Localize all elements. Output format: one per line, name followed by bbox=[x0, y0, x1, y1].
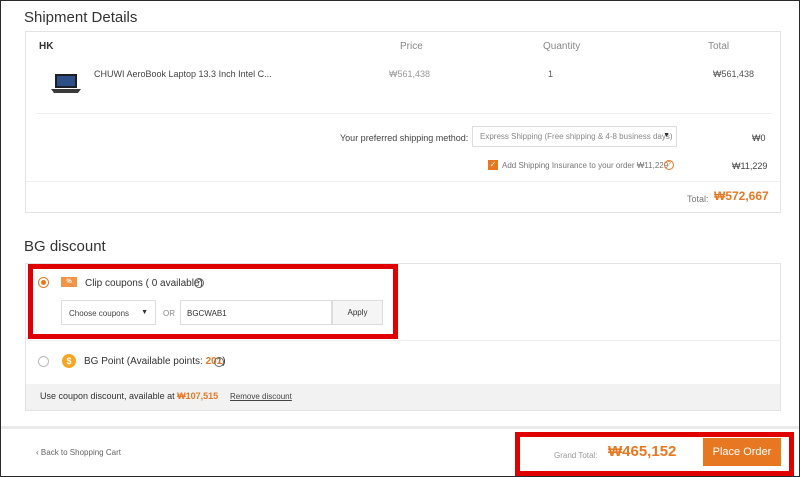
quantity-column-header: Quantity bbox=[543, 41, 581, 52]
back-to-cart-link[interactable]: ‹ Back to Shopping Cart bbox=[36, 448, 121, 457]
product-name-link[interactable]: CHUWI AeroBook Laptop 13.3 Inch Intel C.… bbox=[94, 69, 272, 79]
discount-note: Use coupon discount, available at ₩107,5… bbox=[40, 391, 219, 401]
bg-point-icon: $ bbox=[62, 354, 76, 368]
shipping-method-value: Express Shipping (Free shipping & 4-8 bu… bbox=[480, 132, 673, 141]
product-price: ₩561,438 bbox=[389, 69, 431, 79]
caret-down-icon: ▼ bbox=[663, 132, 670, 139]
remove-discount-link[interactable]: Remove discount bbox=[230, 392, 292, 401]
discount-title: BG discount bbox=[24, 238, 106, 255]
product-thumbnail[interactable] bbox=[49, 72, 83, 98]
product-quantity: 1 bbox=[548, 69, 554, 79]
divider bbox=[36, 113, 772, 114]
chevron-left-icon: ‹ bbox=[36, 448, 39, 457]
highlight-box-coupons bbox=[28, 264, 398, 339]
bottom-separator bbox=[1, 426, 799, 429]
divider bbox=[25, 340, 781, 341]
insurance-label: Add Shipping Insurance to your order ₩11… bbox=[502, 161, 669, 170]
highlight-box-place-order bbox=[515, 432, 794, 476]
warehouse-label: HK bbox=[39, 41, 54, 52]
shipping-cost: ₩0 bbox=[752, 133, 766, 143]
product-total: ₩561,438 bbox=[713, 69, 755, 79]
shipment-total-label: Total: bbox=[687, 194, 709, 204]
shipment-total-value: ₩572,667 bbox=[714, 189, 769, 203]
shipment-box: HK Price Quantity Total CHUWI AeroBook L… bbox=[25, 31, 781, 213]
shipping-method-label: Your preferred shipping method: bbox=[340, 133, 469, 143]
insurance-cost: ₩11,229 bbox=[732, 161, 768, 171]
bg-point-help-icon[interactable]: ? bbox=[214, 357, 224, 367]
insurance-checkbox[interactable]: ✓ bbox=[488, 160, 498, 170]
bg-point-label: BG Point (Available points: 201) bbox=[84, 356, 226, 367]
price-column-header: Price bbox=[400, 41, 423, 52]
discount-note-value: ₩107,515 bbox=[177, 391, 219, 401]
shipment-header: HK Price Quantity Total bbox=[26, 32, 780, 60]
total-column-header: Total bbox=[708, 41, 730, 52]
bg-point-radio[interactable] bbox=[38, 356, 49, 367]
divider bbox=[26, 181, 780, 182]
shipment-title: Shipment Details bbox=[24, 9, 138, 26]
insurance-help-icon[interactable]: ? bbox=[664, 160, 674, 170]
shipping-method-select[interactable]: Express Shipping (Free shipping & 4-8 bu… bbox=[472, 126, 677, 147]
